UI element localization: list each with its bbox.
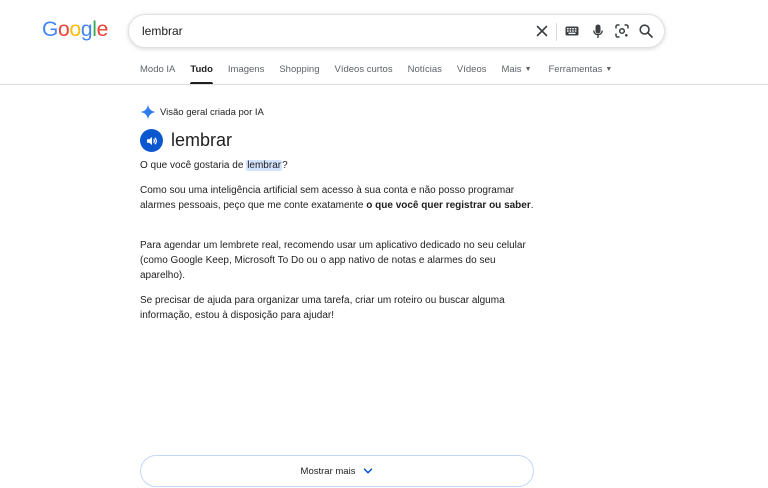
- dropdown-caret-icon: ▼: [524, 66, 532, 73]
- tab-modo-ia[interactable]: Modo IA: [140, 64, 175, 84]
- google-logo[interactable]: Google: [42, 18, 108, 42]
- search-input[interactable]: lembrar: [142, 24, 183, 38]
- microphone-icon[interactable]: [590, 23, 606, 39]
- tab-ferramentas[interactable]: Ferramentas ▼: [549, 64, 613, 84]
- pronunciation-button[interactable]: [140, 129, 163, 152]
- tab-videos[interactable]: Vídeos: [457, 64, 487, 84]
- ai-paragraph-4: Se precisar de ajuda para organizar uma …: [140, 295, 505, 321]
- tab-imagens[interactable]: Imagens: [228, 64, 264, 84]
- search-icon[interactable]: [638, 23, 654, 39]
- clear-icon[interactable]: [534, 23, 550, 39]
- tab-mais[interactable]: Mais ▼: [502, 64, 532, 84]
- tab-noticias[interactable]: Notícias: [408, 64, 442, 84]
- chevron-down-icon: [364, 468, 373, 474]
- tab-tudo[interactable]: Tudo: [190, 64, 213, 85]
- search-box[interactable]: lembrar: [128, 14, 665, 48]
- search-divider: [556, 23, 557, 41]
- google-lens-icon[interactable]: [614, 23, 630, 39]
- ai-overview-label: Visão geral criada por IA: [160, 106, 264, 118]
- ai-paragraph-1: O que você gostaria de lembrar?: [140, 160, 288, 171]
- tab-shopping[interactable]: Shopping: [279, 64, 319, 84]
- speaker-icon: [146, 136, 157, 145]
- show-more-label: Mostrar mais: [300, 465, 356, 477]
- show-more-button[interactable]: Mostrar mais: [140, 455, 534, 487]
- term-title: lembrar: [171, 130, 233, 150]
- ai-overview-header: Visão geral criada por IA: [140, 104, 264, 120]
- header-divider: [0, 84, 768, 85]
- search-tabs: Modo IA Tudo Imagens Shopping Vídeos cur…: [140, 64, 627, 85]
- keyboard-icon[interactable]: [564, 23, 580, 39]
- ai-sparkle-icon: [140, 104, 156, 120]
- ai-paragraph-3: Para agendar um lembrete real, recomendo…: [140, 240, 526, 281]
- tab-videos-curtos[interactable]: Vídeos curtos: [335, 64, 393, 84]
- highlighted-term: lembrar: [246, 160, 283, 171]
- term-heading: lembrar: [140, 129, 232, 152]
- ai-paragraph-2: Como sou uma inteligência artificial sem…: [140, 185, 534, 211]
- dropdown-caret-icon: ▼: [605, 66, 613, 73]
